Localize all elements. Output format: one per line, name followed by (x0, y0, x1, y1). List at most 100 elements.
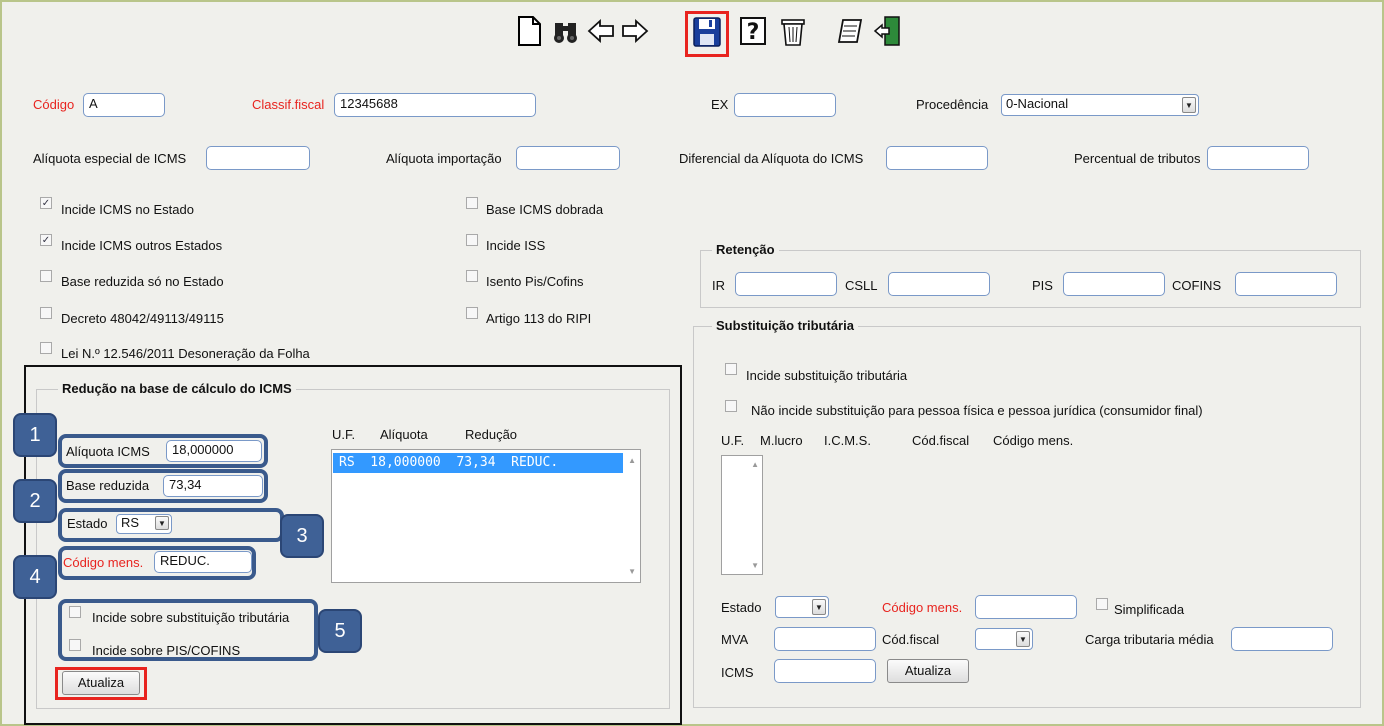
subst-col-icms: I.C.M.S. (824, 433, 871, 448)
incide-substituicao-label: Incide substituição tributária (746, 368, 908, 383)
incide-icms-estado-label: Incide ICMS no Estado (61, 202, 194, 217)
incide-pis-cofins-label: Incide sobre PIS/COFINS (92, 643, 241, 658)
scroll-down-icon[interactable]: ▼ (628, 567, 636, 576)
reducao-col-reducao: Redução (465, 427, 518, 442)
incide-iss-label: Incide ISS (486, 238, 546, 253)
diferencial-aliquota-label: Diferencial da Alíquota do ICMS (679, 151, 864, 166)
simplificada-checkbox[interactable] (1096, 598, 1108, 610)
base-reduzida-label: Base reduzida (66, 478, 150, 493)
percentual-tributos-label: Percentual de tributos (1074, 151, 1201, 166)
cofins-field[interactable] (1235, 272, 1337, 296)
isento-pis-cofins-label: Isento Pis/Cofins (486, 274, 584, 289)
base-reduzida-estado-label: Base reduzida só no Estado (61, 274, 224, 289)
incide-icms-outros-checkbox[interactable]: ✓ (40, 234, 52, 246)
subst-atualiza-button[interactable]: Atualiza (887, 659, 969, 683)
reducao-col-uf: U.F. (332, 427, 356, 442)
exit-door-icon[interactable] (873, 14, 903, 48)
substituicao-list[interactable]: ▲ ▼ (721, 455, 763, 575)
subst-codigo-mens-field[interactable] (975, 595, 1077, 619)
cofins-label: COFINS (1172, 278, 1222, 293)
lei-desoneracao-checkbox[interactable] (40, 342, 52, 354)
arrow-right-icon[interactable] (620, 14, 650, 48)
reducao-col-aliquota: Alíquota (380, 427, 428, 442)
help-icon[interactable]: ? (738, 14, 768, 48)
pis-field[interactable] (1063, 272, 1165, 296)
aliquota-icms-field[interactable]: 18,000000 (166, 440, 262, 462)
subst-cod-fiscal-select[interactable]: ▼ (975, 628, 1033, 650)
procedencia-value: 0-Nacional (1006, 96, 1069, 111)
subst-codigo-mens-label: Código mens. (882, 600, 963, 615)
lei-desoneracao-label: Lei N.º 12.546/2011 Desoneração da Folha (61, 346, 310, 361)
codigo-field[interactable]: A (83, 93, 165, 117)
incide-subst-checkbox[interactable] (69, 606, 81, 618)
binoculars-icon[interactable] (551, 14, 581, 48)
nao-incide-substituicao-checkbox[interactable] (725, 400, 737, 412)
step-badge-4: 4 (13, 555, 57, 599)
percentual-tributos-field[interactable] (1207, 146, 1309, 170)
subst-estado-select[interactable]: ▼ (775, 596, 829, 618)
subst-icms-field[interactable] (774, 659, 876, 683)
incide-substituicao-checkbox[interactable] (725, 363, 737, 375)
svg-text:?: ? (747, 20, 760, 45)
subst-cod-fiscal-label: Cód.fiscal (882, 632, 940, 647)
scroll-up-icon[interactable]: ▲ (751, 460, 759, 469)
incide-subst-label: Incide sobre substituição tributária (92, 610, 290, 625)
incide-icms-estado-checkbox[interactable]: ✓ (40, 197, 52, 209)
mva-field[interactable] (774, 627, 876, 651)
base-reduzida-estado-checkbox[interactable] (40, 270, 52, 282)
diferencial-aliquota-field[interactable] (886, 146, 988, 170)
classif-fiscal-field[interactable]: 12345688 (334, 93, 536, 117)
chevron-down-icon[interactable]: ▼ (1016, 631, 1030, 647)
ir-label: IR (712, 278, 725, 293)
carga-tributaria-field[interactable] (1231, 627, 1333, 651)
aliquota-importacao-field[interactable] (516, 146, 620, 170)
aliquota-icms-label: Alíquota ICMS (66, 444, 150, 459)
floppy-disk-icon[interactable] (692, 15, 722, 49)
arrow-left-icon[interactable] (586, 14, 616, 48)
subst-icms-label: ICMS (721, 665, 754, 680)
decreto-checkbox[interactable] (40, 307, 52, 319)
aliquota-importacao-label: Alíquota importação (386, 151, 502, 166)
subst-col-uf: U.F. (721, 433, 745, 448)
base-reduzida-field[interactable]: 73,34 (163, 475, 263, 497)
reducao-list-row[interactable]: RS 18,000000 73,34 REDUC. (333, 453, 623, 473)
chevron-down-icon[interactable]: ▼ (812, 599, 826, 615)
chevron-down-icon[interactable]: ▼ (155, 516, 169, 530)
csll-field[interactable] (888, 272, 990, 296)
base-icms-dobrada-checkbox[interactable] (466, 197, 478, 209)
step-badge-1: 1 (13, 413, 57, 457)
classif-fiscal-label: Classif.fiscal (252, 97, 325, 112)
new-document-icon[interactable] (514, 14, 544, 48)
subst-estado-label: Estado (721, 600, 762, 615)
chevron-down-icon[interactable]: ▼ (1182, 97, 1196, 113)
reducao-estado-value: RS (121, 515, 140, 530)
reducao-codigo-mens-label: Código mens. (63, 555, 144, 570)
incide-iss-checkbox[interactable] (466, 234, 478, 246)
reducao-codigo-mens-field[interactable]: REDUC. (154, 551, 252, 573)
base-icms-dobrada-label: Base ICMS dobrada (486, 202, 604, 217)
isento-pis-cofins-checkbox[interactable] (466, 270, 478, 282)
artigo-113-checkbox[interactable] (466, 307, 478, 319)
simplificada-label: Simplificada (1114, 602, 1185, 617)
mva-label: MVA (721, 632, 749, 647)
step-badge-3: 3 (280, 514, 324, 558)
reducao-estado-select[interactable]: RS ▼ (116, 514, 172, 534)
ex-label: EX (711, 97, 729, 112)
reducao-title: Redução na base de cálculo do ICMS (58, 381, 296, 396)
reducao-atualiza-button[interactable]: Atualiza (62, 671, 140, 695)
notepad-icon[interactable] (835, 14, 865, 48)
ir-field[interactable] (735, 272, 837, 296)
subst-col-codmens: Código mens. (993, 433, 1074, 448)
scroll-up-icon[interactable]: ▲ (628, 456, 636, 465)
ex-field[interactable] (734, 93, 836, 117)
reducao-estado-label: Estado (67, 516, 108, 531)
carga-tributaria-label: Carga tributaria média (1085, 632, 1214, 647)
procedencia-select[interactable]: 0-Nacional ▼ (1001, 94, 1199, 116)
reducao-list[interactable]: RS 18,000000 73,34 REDUC. ▲ ▼ (331, 449, 641, 583)
pis-label: PIS (1032, 278, 1053, 293)
trash-icon[interactable] (778, 14, 808, 48)
substituicao-title: Substituição tributária (712, 318, 858, 333)
aliquota-especial-field[interactable] (206, 146, 310, 170)
scroll-down-icon[interactable]: ▼ (751, 561, 759, 570)
incide-pis-cofins-checkbox[interactable] (69, 639, 81, 651)
